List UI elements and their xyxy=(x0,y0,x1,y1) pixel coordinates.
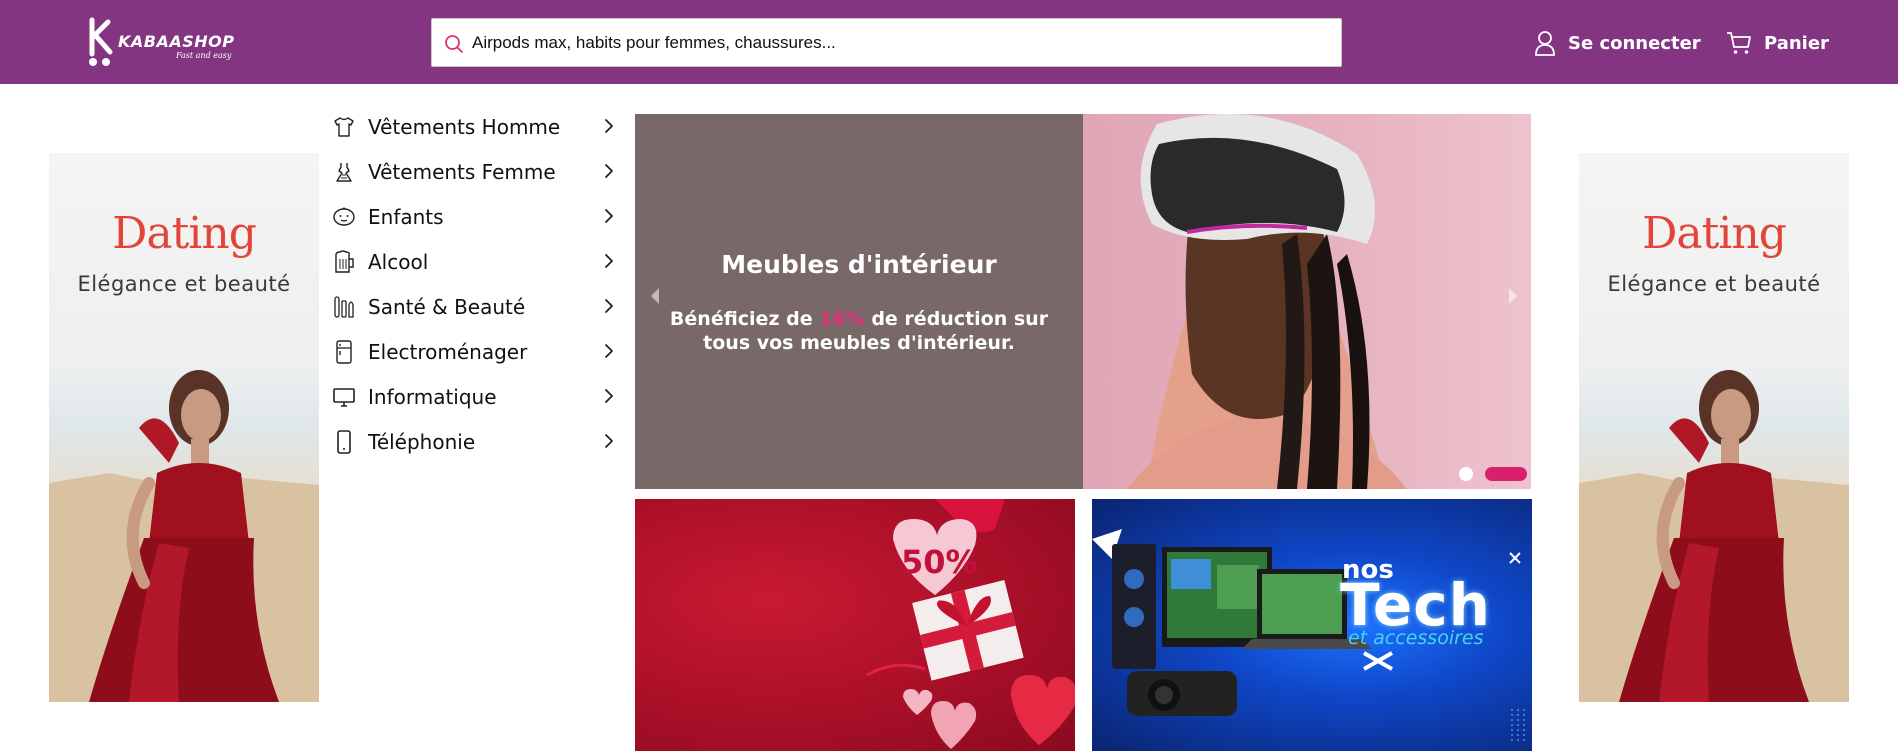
user-icon xyxy=(1535,31,1555,56)
fridge-icon xyxy=(330,338,358,366)
brand-name: KABAASHOP xyxy=(118,32,235,51)
promo-banner-valentine[interactable]: 50% xyxy=(635,499,1075,751)
phone-icon xyxy=(330,428,358,456)
right-side-banner[interactable]: Dating Elégance et beauté xyxy=(1579,153,1849,702)
category-label: Santé & Beauté xyxy=(368,294,526,319)
promo-valentine-badge: 50% xyxy=(901,543,978,581)
monitor-icon xyxy=(330,383,358,411)
category-item-electromenager[interactable]: Electroménager xyxy=(328,329,624,374)
chevron-right-icon xyxy=(605,119,613,133)
shopping-cart-logo-icon xyxy=(89,17,113,66)
cart-label: Panier xyxy=(1764,32,1829,54)
category-item-informatique[interactable]: Informatique xyxy=(328,374,624,419)
category-item-enfants[interactable]: Enfants xyxy=(328,194,624,239)
top-header: KABAASHOP Fast and easy Se connecter Pan… xyxy=(0,0,1898,84)
category-item-alcool[interactable]: Alcool xyxy=(328,239,624,284)
chevron-right-icon xyxy=(605,164,613,178)
chevron-right-icon xyxy=(605,344,613,358)
category-item-telephonie[interactable]: Téléphonie xyxy=(328,419,624,464)
search-icon[interactable] xyxy=(443,33,465,55)
search-bar xyxy=(431,18,1342,67)
search-input[interactable] xyxy=(472,27,1332,59)
category-label: Electroménager xyxy=(368,339,528,364)
category-item-sante-beaute[interactable]: Santé & Beauté xyxy=(328,284,624,329)
hero-text-overlay xyxy=(635,114,1083,489)
category-label: Téléphonie xyxy=(368,429,476,454)
hero-title: Meubles d'intérieur xyxy=(721,250,997,279)
tshirt-icon xyxy=(330,113,358,141)
chevron-right-icon xyxy=(605,389,613,403)
category-label: Informatique xyxy=(368,384,497,409)
side-banner-subtitle: Elégance et beauté xyxy=(77,272,291,296)
woman-red-dress-image xyxy=(1579,370,1849,702)
category-label: Vêtements Femme xyxy=(368,159,556,184)
hero-desc-before: Bénéficiez de xyxy=(669,308,820,330)
chevron-right-icon xyxy=(605,434,613,448)
left-side-banner[interactable]: Dating Elégance et beauté xyxy=(49,153,319,702)
hero-desc-highlight: 16% xyxy=(819,308,865,330)
slider-dot-1[interactable] xyxy=(1459,467,1473,481)
slider-prev-icon[interactable] xyxy=(647,284,663,308)
slider-next-icon[interactable] xyxy=(1505,284,1521,308)
side-banner-title: Dating xyxy=(1642,208,1787,259)
chevron-right-icon xyxy=(605,299,613,313)
beauty-tools-icon xyxy=(330,293,358,321)
cart-button[interactable]: Panier xyxy=(1726,26,1829,60)
promo-tech-line3: et accessoires xyxy=(1348,627,1484,649)
category-label: Vêtements Homme xyxy=(368,114,561,139)
category-item-vetements-femme[interactable]: Vêtements Femme xyxy=(328,149,624,194)
brand-tagline: Fast and easy xyxy=(176,51,232,60)
chevron-right-icon xyxy=(605,254,613,268)
category-item-vetements-homme[interactable]: Vêtements Homme xyxy=(328,104,624,149)
side-banner-subtitle: Elégance et beauté xyxy=(1607,272,1821,296)
login-label: Se connecter xyxy=(1568,32,1701,54)
hero-slider[interactable]: Meubles d'intérieur Bénéficiez de 16% de… xyxy=(635,114,1531,489)
dress-icon xyxy=(330,158,358,186)
slider-dot-2-active[interactable] xyxy=(1485,467,1527,481)
beer-mug-icon xyxy=(330,248,358,276)
hero-description: Bénéficiez de 16% de réduction sur tous … xyxy=(649,307,1069,355)
baby-face-icon xyxy=(330,203,358,231)
side-banner-title: Dating xyxy=(112,208,257,259)
category-menu: Vêtements Homme Vêtements Femme Enfants … xyxy=(328,104,624,464)
gift-hearts-image xyxy=(866,499,1075,749)
woman-red-dress-image xyxy=(49,370,319,702)
brand-logo[interactable]: KABAASHOP Fast and easy xyxy=(84,14,234,68)
cart-icon xyxy=(1727,32,1751,54)
login-button[interactable]: Se connecter xyxy=(1534,26,1701,60)
category-label: Alcool xyxy=(368,249,429,274)
woman-vr-headset-image xyxy=(1127,114,1407,489)
category-label: Enfants xyxy=(368,204,444,229)
chevron-right-icon xyxy=(605,209,613,223)
promo-banner-tech[interactable]: nos Tech et accessoires xyxy=(1092,499,1532,751)
